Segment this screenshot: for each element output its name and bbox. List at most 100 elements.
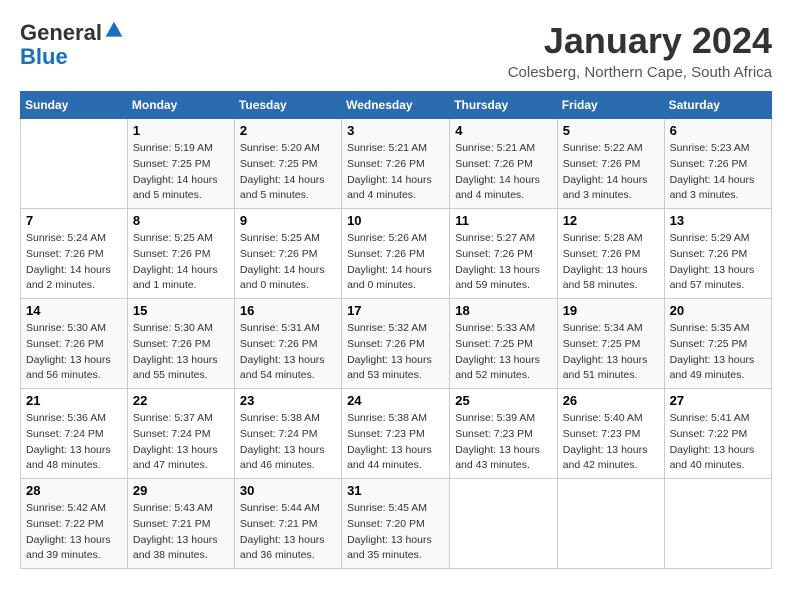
day-number: 27 xyxy=(670,393,766,408)
calendar-cell: 21Sunrise: 5:36 AMSunset: 7:24 PMDayligh… xyxy=(21,389,128,479)
location: Colesberg, Northern Cape, South Africa xyxy=(508,64,772,81)
day-info: Sunrise: 5:34 AMSunset: 7:25 PMDaylight:… xyxy=(563,321,659,384)
day-number: 6 xyxy=(670,123,766,138)
month-title: January 2024 xyxy=(508,20,772,62)
logo-general: General xyxy=(20,20,102,45)
calendar-cell: 10 Sunrise: 5:26 AMSunset: 7:26 PMDayligh… xyxy=(342,209,450,299)
calendar-cell: 9 Sunrise: 5:25 AMSunset: 7:26 PMDaylight… xyxy=(234,209,341,299)
calendar-cell: 6 Sunrise: 5:23 AMSunset: 7:26 PMDaylight… xyxy=(664,119,771,209)
day-number: 20 xyxy=(670,303,766,318)
day-info: Sunrise: 5:37 AMSunset: 7:24 PMDaylight:… xyxy=(133,411,229,474)
header-friday: Friday xyxy=(557,92,664,119)
day-number: 7 xyxy=(26,213,122,228)
day-info: Sunrise: 5:36 AMSunset: 7:24 PMDaylight:… xyxy=(26,411,122,474)
calendar-cell: 8Sunrise: 5:25 AMSunset: 7:26 PMDaylight… xyxy=(127,209,234,299)
logo-blue: Blue xyxy=(20,44,68,69)
calendar-cell: 14 Sunrise: 5:30 AMSunset: 7:26 PMDayligh… xyxy=(21,299,128,389)
day-info: Sunrise: 5:40 AMSunset: 7:23 PMDaylight:… xyxy=(563,411,659,474)
day-number: 11 xyxy=(455,213,551,228)
calendar-cell: 23Sunrise: 5:38 AMSunset: 7:24 PMDayligh… xyxy=(234,389,341,479)
logo-icon xyxy=(104,20,124,40)
header-wednesday: Wednesday xyxy=(342,92,450,119)
calendar-cell: 1 Sunrise: 5:19 AMSunset: 7:25 PMDaylight… xyxy=(127,119,234,209)
calendar-cell: 16 Sunrise: 5:31 AMSunset: 7:26 PMDayligh… xyxy=(234,299,341,389)
day-number: 26 xyxy=(563,393,659,408)
day-info: Sunrise: 5:41 AMSunset: 7:22 PMDaylight:… xyxy=(670,411,766,474)
calendar-cell: 12Sunrise: 5:28 AMSunset: 7:26 PMDayligh… xyxy=(557,209,664,299)
calendar-week-3: 14 Sunrise: 5:30 AMSunset: 7:26 PMDayligh… xyxy=(21,299,772,389)
day-info: Sunrise: 5:22 AMSunset: 7:26 PMDaylight:… xyxy=(563,141,659,204)
day-info: Sunrise: 5:21 AMSunset: 7:26 PMDaylight:… xyxy=(347,141,444,204)
day-number: 28 xyxy=(26,483,122,498)
calendar-cell xyxy=(557,479,664,569)
calendar-week-4: 21Sunrise: 5:36 AMSunset: 7:24 PMDayligh… xyxy=(21,389,772,479)
day-info: Sunrise: 5:30 AMSunset: 7:26 PMDaylight:… xyxy=(26,321,122,384)
day-number: 16 xyxy=(240,303,336,318)
day-number: 9 xyxy=(240,213,336,228)
header-sunday: Sunday xyxy=(21,92,128,119)
day-info: Sunrise: 5:30 AMSunset: 7:26 PMDaylight:… xyxy=(133,321,229,384)
calendar-cell: 15 Sunrise: 5:30 AMSunset: 7:26 PMDayligh… xyxy=(127,299,234,389)
day-number: 10 xyxy=(347,213,444,228)
header-saturday: Saturday xyxy=(664,92,771,119)
day-number: 30 xyxy=(240,483,336,498)
calendar-cell: 5 Sunrise: 5:22 AMSunset: 7:26 PMDaylight… xyxy=(557,119,664,209)
day-info: Sunrise: 5:39 AMSunset: 7:23 PMDaylight:… xyxy=(455,411,551,474)
calendar-cell: 31 Sunrise: 5:45 AMSunset: 7:20 PMDayligh… xyxy=(342,479,450,569)
calendar-cell: 18Sunrise: 5:33 AMSunset: 7:25 PMDayligh… xyxy=(450,299,557,389)
header-monday: Monday xyxy=(127,92,234,119)
day-number: 5 xyxy=(563,123,659,138)
day-info: Sunrise: 5:19 AMSunset: 7:25 PMDaylight:… xyxy=(133,141,229,204)
day-info: Sunrise: 5:32 AMSunset: 7:26 PMDaylight:… xyxy=(347,321,444,384)
calendar-header-row: Sunday Monday Tuesday Wednesday Thursday… xyxy=(21,92,772,119)
page-header: General Blue January 2024 Colesberg, Nor… xyxy=(20,20,772,81)
day-info: Sunrise: 5:23 AMSunset: 7:26 PMDaylight:… xyxy=(670,141,766,204)
calendar-cell: 3Sunrise: 5:21 AMSunset: 7:26 PMDaylight… xyxy=(342,119,450,209)
calendar-cell: 11Sunrise: 5:27 AMSunset: 7:26 PMDayligh… xyxy=(450,209,557,299)
calendar-cell: 22 Sunrise: 5:37 AMSunset: 7:24 PMDayligh… xyxy=(127,389,234,479)
day-info: Sunrise: 5:25 AMSunset: 7:26 PMDaylight:… xyxy=(240,231,336,294)
day-number: 14 xyxy=(26,303,122,318)
day-info: Sunrise: 5:29 AMSunset: 7:26 PMDaylight:… xyxy=(670,231,766,294)
logo: General Blue xyxy=(20,20,124,69)
day-number: 13 xyxy=(670,213,766,228)
calendar-week-5: 28 Sunrise: 5:42 AMSunset: 7:22 PMDayligh… xyxy=(21,479,772,569)
day-number: 1 xyxy=(133,123,229,138)
calendar-week-2: 7 Sunrise: 5:24 AMSunset: 7:26 PMDaylight… xyxy=(21,209,772,299)
header-thursday: Thursday xyxy=(450,92,557,119)
day-number: 8 xyxy=(133,213,229,228)
calendar-cell: 20Sunrise: 5:35 AMSunset: 7:25 PMDayligh… xyxy=(664,299,771,389)
calendar-cell: 29Sunrise: 5:43 AMSunset: 7:21 PMDayligh… xyxy=(127,479,234,569)
day-info: Sunrise: 5:43 AMSunset: 7:21 PMDaylight:… xyxy=(133,501,229,564)
day-info: Sunrise: 5:45 AMSunset: 7:20 PMDaylight:… xyxy=(347,501,444,564)
calendar-cell: 4Sunrise: 5:21 AMSunset: 7:26 PMDaylight… xyxy=(450,119,557,209)
calendar-cell: 13 Sunrise: 5:29 AMSunset: 7:26 PMDayligh… xyxy=(664,209,771,299)
day-number: 23 xyxy=(240,393,336,408)
calendar-cell: 19 Sunrise: 5:34 AMSunset: 7:25 PMDayligh… xyxy=(557,299,664,389)
day-info: Sunrise: 5:38 AMSunset: 7:23 PMDaylight:… xyxy=(347,411,444,474)
day-number: 19 xyxy=(563,303,659,318)
calendar-cell xyxy=(450,479,557,569)
day-number: 22 xyxy=(133,393,229,408)
day-info: Sunrise: 5:26 AMSunset: 7:26 PMDaylight:… xyxy=(347,231,444,294)
calendar-cell: 27 Sunrise: 5:41 AMSunset: 7:22 PMDayligh… xyxy=(664,389,771,479)
day-number: 31 xyxy=(347,483,444,498)
day-number: 15 xyxy=(133,303,229,318)
day-number: 24 xyxy=(347,393,444,408)
day-info: Sunrise: 5:21 AMSunset: 7:26 PMDaylight:… xyxy=(455,141,551,204)
day-info: Sunrise: 5:24 AMSunset: 7:26 PMDaylight:… xyxy=(26,231,122,294)
day-number: 25 xyxy=(455,393,551,408)
day-number: 12 xyxy=(563,213,659,228)
day-info: Sunrise: 5:31 AMSunset: 7:26 PMDaylight:… xyxy=(240,321,336,384)
day-info: Sunrise: 5:20 AMSunset: 7:25 PMDaylight:… xyxy=(240,141,336,204)
calendar-cell: 28 Sunrise: 5:42 AMSunset: 7:22 PMDayligh… xyxy=(21,479,128,569)
calendar-cell: 25 Sunrise: 5:39 AMSunset: 7:23 PMDayligh… xyxy=(450,389,557,479)
calendar-week-1: 1 Sunrise: 5:19 AMSunset: 7:25 PMDaylight… xyxy=(21,119,772,209)
calendar-cell: 2Sunrise: 5:20 AMSunset: 7:25 PMDaylight… xyxy=(234,119,341,209)
header-tuesday: Tuesday xyxy=(234,92,341,119)
calendar-cell xyxy=(664,479,771,569)
calendar-cell: 26 Sunrise: 5:40 AMSunset: 7:23 PMDayligh… xyxy=(557,389,664,479)
day-number: 17 xyxy=(347,303,444,318)
day-info: Sunrise: 5:42 AMSunset: 7:22 PMDaylight:… xyxy=(26,501,122,564)
calendar-cell: 7 Sunrise: 5:24 AMSunset: 7:26 PMDaylight… xyxy=(21,209,128,299)
